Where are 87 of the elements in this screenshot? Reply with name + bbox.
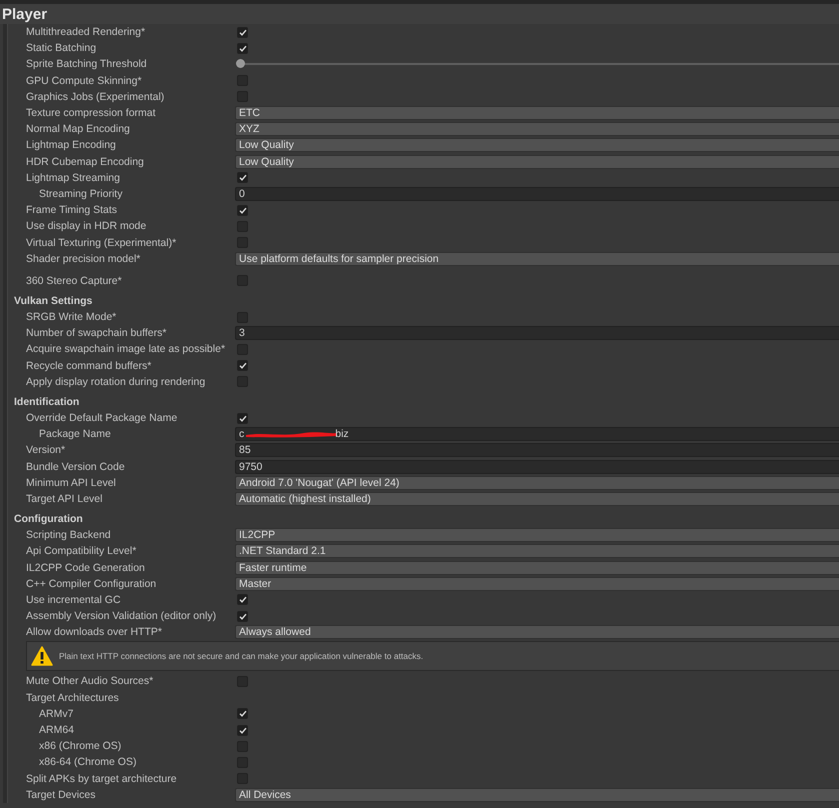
setting-label: Assembly Version Validation (editor only) — [26, 610, 218, 622]
section-heading: Identification — [14, 394, 80, 410]
warning-text: Plain text HTTP connections are not secure and can make your application vulnerable to attacks. — [59, 651, 424, 662]
input-field[interactable]: 9750 — [235, 460, 839, 474]
setting-label: Use display in HDR mode — [26, 220, 148, 232]
checkbox[interactable] — [237, 610, 248, 622]
setting-label: Target Architectures — [26, 692, 120, 704]
dropdown[interactable]: .NET Standard 2.1 — [235, 544, 839, 558]
setting-label: Streaming Priority — [39, 188, 124, 200]
check-icon — [238, 174, 246, 182]
setting-label: Acquire swapchain image late as possible* — [26, 343, 226, 356]
setting-label: Use incremental GC — [26, 594, 122, 606]
setting-label: Graphics Jobs (Experimental) — [26, 90, 166, 103]
dropdown[interactable]: IL2CPP — [235, 528, 839, 542]
check-icon — [238, 612, 246, 620]
setting-label: Bundle Version Code — [26, 460, 126, 473]
checkbox[interactable] — [237, 172, 248, 184]
check-icon — [238, 28, 246, 36]
setting-label: GPU Compute Skinning* — [26, 74, 143, 87]
check-icon — [238, 44, 246, 52]
input-field[interactable]: 85 — [235, 443, 839, 458]
setting-label: Multithreaded Rendering* — [26, 26, 146, 38]
setting-label: SRGB Write Mode* — [26, 311, 118, 324]
dropdown[interactable]: Android 7.0 'Nougat' (API level 24) — [235, 476, 839, 490]
dropdown[interactable]: All Devices — [235, 788, 839, 802]
dropdown[interactable]: ETC — [235, 106, 839, 120]
warning-icon — [31, 646, 53, 666]
setting-label: Lightmap Encoding — [26, 139, 117, 152]
setting-label: Number of swapchain buffers* — [26, 327, 168, 340]
dropdown[interactable]: Master — [235, 576, 839, 591]
panel-title: Player — [2, 6, 48, 22]
checkbox[interactable] — [237, 204, 248, 216]
check-icon — [238, 726, 246, 734]
section-heading: Vulkan Settings — [14, 294, 94, 309]
checkbox[interactable] — [237, 724, 248, 736]
input-field[interactable]: 0 — [235, 186, 839, 201]
check-icon — [238, 710, 246, 718]
setting-label: Apply display rotation during rendering — [26, 376, 206, 388]
setting-label: Mute Other Audio Sources* — [26, 675, 154, 688]
dropdown[interactable]: Use platform defaults for sampler precision — [235, 252, 839, 266]
dropdown[interactable]: Always allowed — [235, 625, 839, 640]
setting-label: Virtual Texturing (Experimental)* — [26, 236, 178, 249]
checkbox[interactable] — [237, 412, 248, 424]
setting-label: Minimum API Level — [26, 476, 117, 489]
checkbox[interactable] — [237, 594, 248, 606]
setting-label: IL2CPP Code Generation — [26, 562, 146, 574]
slider[interactable] — [236, 58, 839, 70]
checkbox[interactable] — [237, 360, 248, 372]
setting-label: ARMv7 — [39, 708, 74, 720]
setting-label: Split APKs by target architecture — [26, 772, 178, 785]
input-field[interactable]: 3 — [235, 326, 839, 340]
check-icon — [238, 596, 246, 604]
setting-label: x86 (Chrome OS) — [39, 740, 122, 752]
checkbox[interactable] — [237, 26, 248, 38]
dropdown[interactable]: Low Quality — [235, 154, 839, 169]
setting-label: Frame Timing Stats — [26, 204, 118, 216]
setting-label: Lightmap Streaming — [26, 172, 121, 184]
setting-label: Sprite Batching Threshold — [26, 58, 148, 70]
setting-label: Package Name — [39, 428, 112, 440]
setting-label: 360 Stereo Capture* — [26, 274, 123, 287]
dropdown[interactable]: XYZ — [235, 122, 839, 136]
checkbox[interactable] — [237, 42, 248, 54]
dropdown[interactable]: Automatic (highest installed) — [235, 492, 839, 506]
setting-label: HDR Cubemap Encoding — [26, 156, 145, 168]
setting-label: Target Devices — [26, 788, 96, 801]
setting-label: Override Default Package Name — [26, 412, 178, 424]
dropdown[interactable]: Low Quality — [235, 138, 839, 152]
setting-label: Texture compression format — [26, 107, 157, 120]
setting-label: Static Batching — [26, 42, 98, 54]
setting-label: x86-64 (Chrome OS) — [39, 756, 138, 768]
check-icon — [238, 362, 246, 370]
setting-label: Target API Level — [26, 492, 104, 505]
setting-label: ARM64 — [39, 724, 76, 736]
dropdown[interactable]: Faster runtime — [235, 560, 839, 575]
setting-label: Api Compatibility Level* — [26, 545, 138, 558]
setting-label: Shader precision model* — [26, 252, 142, 265]
check-icon — [238, 414, 246, 422]
check-icon — [238, 206, 246, 214]
setting-label: Allow downloads over HTTP* — [26, 626, 163, 638]
input-field[interactable]: c biz — [235, 427, 839, 442]
section-heading: Configuration — [14, 512, 84, 528]
setting-label: Normal Map Encoding — [26, 123, 131, 136]
checkbox[interactable] — [237, 708, 248, 720]
setting-label: Version* — [26, 444, 66, 456]
setting-label: Scripting Backend — [26, 529, 112, 542]
setting-label: C++ Compiler Configuration — [26, 578, 158, 590]
setting-label: Recycle command buffers* — [26, 360, 152, 372]
